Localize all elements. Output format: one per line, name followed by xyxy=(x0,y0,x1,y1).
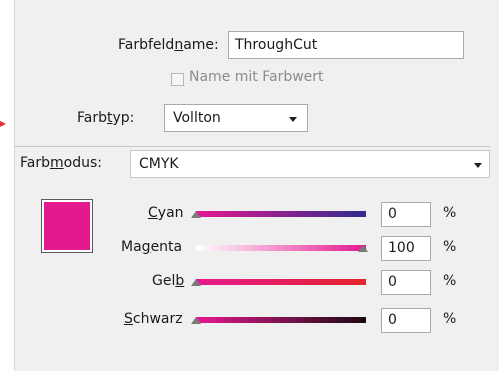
label-mnemonic: C xyxy=(148,205,158,221)
magenta-slider-track[interactable] xyxy=(196,245,366,251)
color-preview-swatch xyxy=(41,199,93,253)
name-with-color-value-label: Name mit Farbwert xyxy=(189,69,324,85)
color-mode-label: Farbmodus: xyxy=(20,155,102,171)
swatch-name-input[interactable]: ThroughCut xyxy=(228,31,464,59)
cyan-slider-thumb[interactable] xyxy=(191,211,201,218)
black-percent-label: % xyxy=(443,311,457,327)
yellow-slider-track[interactable] xyxy=(196,279,366,285)
label-text: Gel xyxy=(152,273,176,289)
cyan-label: Cyan xyxy=(148,205,184,221)
magenta-label: Magenta xyxy=(121,239,182,255)
magenta-percent-label: % xyxy=(443,239,457,255)
label-text: chwarz xyxy=(132,311,183,327)
black-slider-thumb[interactable] xyxy=(191,317,201,324)
divider xyxy=(14,146,490,147)
yellow-slider-thumb[interactable] xyxy=(191,279,201,286)
label-text: Farb xyxy=(20,155,50,171)
chevron-down-icon xyxy=(474,163,482,168)
label-mnemonic: g xyxy=(141,239,151,255)
chevron-down-icon xyxy=(289,117,297,122)
swatch-name-label: Farbfeldname: xyxy=(118,37,219,53)
black-label: Schwarz xyxy=(124,311,183,327)
label-text: odus: xyxy=(63,155,102,171)
label-mnemonic: n xyxy=(174,37,184,53)
black-value-input[interactable]: 0 xyxy=(381,308,431,333)
magenta-slider-thumb[interactable] xyxy=(358,245,368,252)
color-type-label: Farbtyp: xyxy=(77,110,134,126)
yellow-value-input[interactable]: 0 xyxy=(381,270,431,295)
magenta-value-input[interactable]: 100 xyxy=(381,236,431,261)
label-mnemonic: m xyxy=(50,155,64,171)
name-with-color-value-checkbox[interactable] xyxy=(171,73,184,86)
label-text: yp: xyxy=(112,110,135,126)
cyan-percent-label: % xyxy=(443,205,457,221)
color-preview-fill xyxy=(44,202,90,250)
yellow-percent-label: % xyxy=(443,273,457,289)
color-type-dropdown[interactable]: Vollton xyxy=(164,104,308,132)
color-mode-value: CMYK xyxy=(139,156,179,172)
label-mnemonic: S xyxy=(124,311,133,327)
label-text: ame: xyxy=(183,37,219,53)
callout-arrow-icon: ▸ xyxy=(0,116,7,130)
cyan-value-input[interactable]: 0 xyxy=(381,202,431,227)
color-mode-dropdown[interactable]: CMYK xyxy=(130,150,490,178)
label-mnemonic: b xyxy=(175,273,185,289)
color-type-value: Vollton xyxy=(173,110,221,126)
label-text: yan xyxy=(157,205,184,221)
black-slider-track[interactable] xyxy=(196,317,366,323)
label-text: Farb xyxy=(77,110,107,126)
cyan-slider-track[interactable] xyxy=(196,211,366,217)
yellow-label: Gelb xyxy=(152,273,184,289)
label-text: Ma xyxy=(121,239,142,255)
label-text: enta xyxy=(150,239,183,255)
label-text: Farbfeld xyxy=(118,37,175,53)
